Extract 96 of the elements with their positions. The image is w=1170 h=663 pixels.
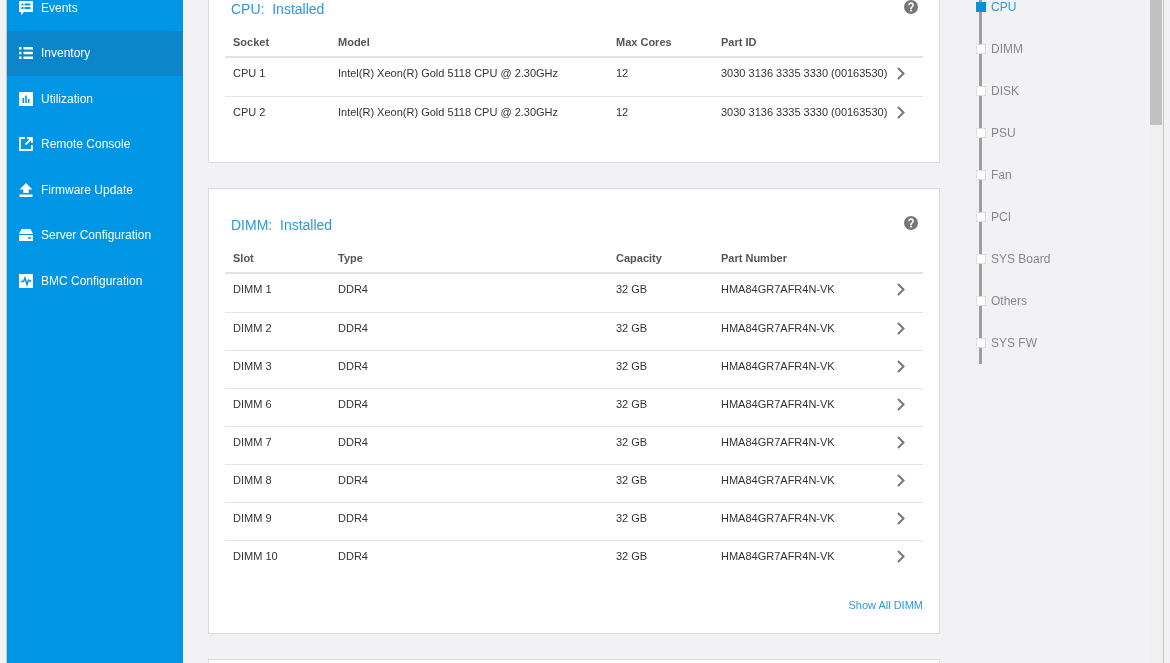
chevron-right-icon[interactable] [897, 550, 905, 563]
section-title: DIMM: Installed [231, 217, 333, 233]
chevron-right-icon[interactable] [897, 512, 905, 525]
column-header: Max Cores [615, 35, 673, 49]
table-cell-text: 3030 3136 3335 3330 (00163530) [720, 66, 888, 80]
table-cell-text: 32 GB [615, 359, 648, 373]
table-cell-text: HMA84GR7AFR4N-VK [720, 435, 835, 449]
section-nav-item[interactable]: SYS Board [976, 238, 1051, 280]
section-nav-item[interactable]: DIMM [976, 28, 1023, 70]
table-cell-text: DDR4 [337, 359, 368, 373]
nav-marker-icon [976, 296, 986, 306]
nav-marker-icon [976, 212, 986, 222]
table-cell-text: HMA84GR7AFR4N-VK [720, 397, 835, 411]
chevron-right-icon[interactable] [897, 106, 905, 119]
table-cell-text: DDR4 [337, 321, 368, 335]
table-cell-text: DDR4 [337, 435, 368, 449]
section-nav-item[interactable]: PSU [976, 112, 1016, 154]
sidebar-item[interactable]: Inventory [7, 30, 183, 76]
table-cell-text: HMA84GR7AFR4N-VK [720, 321, 835, 335]
section-nav-item[interactable]: SYS FW [976, 322, 1037, 364]
table-cell-text: 32 GB [615, 321, 648, 335]
chevron-right-icon[interactable] [897, 474, 905, 487]
table-cell-text: DIMM 1 [232, 282, 272, 296]
table-cell-text: DDR4 [337, 397, 368, 411]
show-all-link[interactable]: Show All DIMM [848, 598, 923, 612]
sidebar-item[interactable]: Utilization [7, 76, 183, 122]
table-cell-text: DIMM 3 [232, 359, 272, 373]
nav-marker-icon [976, 254, 986, 264]
chevron-right-icon[interactable] [897, 283, 905, 296]
nav-marker-icon [976, 44, 986, 54]
column-header: Part Number [720, 251, 789, 265]
help-icon[interactable] [904, 216, 918, 230]
section-nav-item[interactable]: PCI [976, 196, 1011, 238]
table-cell-text: DIMM 9 [232, 511, 272, 525]
section-nav-item[interactable]: CPU [976, 0, 1017, 28]
column-header: Capacity [615, 251, 663, 265]
table-cell-text: DDR4 [337, 549, 368, 563]
table-cell-text: 32 GB [615, 511, 648, 525]
sidebar-item[interactable]: Remote Console [7, 121, 183, 167]
chevron-right-icon[interactable] [897, 360, 905, 373]
table-cell-text: 12 [615, 66, 629, 80]
table-cell-text: DDR4 [337, 511, 368, 525]
chevron-right-icon[interactable] [897, 67, 905, 80]
table-cell-text: 32 GB [615, 282, 648, 296]
table-cell-text: CPU 1 [232, 66, 266, 80]
column-header: Slot [232, 251, 255, 265]
section-title: CPU: Installed [231, 1, 325, 17]
nav-marker-icon [976, 170, 986, 180]
nav-marker-icon [976, 2, 986, 12]
column-header: Model [337, 35, 371, 49]
table-cell-text: 32 GB [615, 397, 648, 411]
bar-chart-icon [19, 91, 33, 106]
external-link-icon [19, 137, 33, 152]
section-nav-item[interactable]: Fan [976, 154, 1012, 196]
nav-marker-icon [976, 128, 986, 138]
nav-marker-icon [976, 86, 986, 96]
scrollbar[interactable] [1150, 0, 1163, 663]
table-cell-text: Intel(R) Xeon(R) Gold 5118 CPU @ 2.30GHz [337, 66, 559, 80]
table-cell-text: HMA84GR7AFR4N-VK [720, 549, 835, 563]
upload-icon [19, 182, 33, 197]
sidebar-item[interactable]: Firmware Update [7, 167, 183, 213]
help-icon[interactable] [904, 0, 918, 14]
table-cell-text: DIMM 6 [232, 397, 272, 411]
table-cell-text: HMA84GR7AFR4N-VK [720, 359, 835, 373]
table-cell-text: DIMM 2 [232, 321, 272, 335]
table-cell-text: DIMM 10 [232, 549, 278, 563]
sidebar-item[interactable]: BMC Configuration [7, 258, 183, 304]
nav-marker-icon [976, 338, 986, 348]
table-cell-text: HMA84GR7AFR4N-VK [720, 511, 835, 525]
scrollbar-thumb[interactable] [1150, 0, 1162, 125]
table-cell-text: 32 GB [615, 549, 648, 563]
sidebar-item[interactable]: Server Configuration [7, 212, 183, 258]
sidebar-item[interactable]: Events [7, 0, 183, 31]
table-cell-text: 12 [615, 105, 629, 119]
table-cell-text: 32 GB [615, 473, 648, 487]
list-icon [19, 46, 33, 61]
table-cell-text: Intel(R) Xeon(R) Gold 5118 CPU @ 2.30GHz [337, 105, 559, 119]
table-cell-text: DIMM 8 [232, 473, 272, 487]
table-cell-text: 3030 3136 3335 3330 (00163530) [720, 105, 888, 119]
chevron-right-icon[interactable] [897, 322, 905, 335]
section-nav-item[interactable]: Others [976, 280, 1027, 322]
table-cell-text: DIMM 7 [232, 435, 272, 449]
pulse-icon [19, 273, 33, 288]
column-header: Socket [232, 35, 271, 49]
server-icon [19, 228, 33, 243]
table-cell-text: DDR4 [337, 282, 368, 296]
table-cell-text: CPU 2 [232, 105, 266, 119]
section-nav-item[interactable]: DISK [976, 70, 1019, 112]
column-header: Part ID [720, 35, 758, 49]
table-cell-text: 32 GB [615, 435, 648, 449]
table-cell-text: DDR4 [337, 473, 368, 487]
chevron-right-icon[interactable] [897, 436, 905, 449]
chevron-right-icon[interactable] [897, 398, 905, 411]
table-cell-text: HMA84GR7AFR4N-VK [720, 282, 835, 296]
column-header: Type [337, 251, 364, 265]
table-cell-text: HMA84GR7AFR4N-VK [720, 473, 835, 487]
